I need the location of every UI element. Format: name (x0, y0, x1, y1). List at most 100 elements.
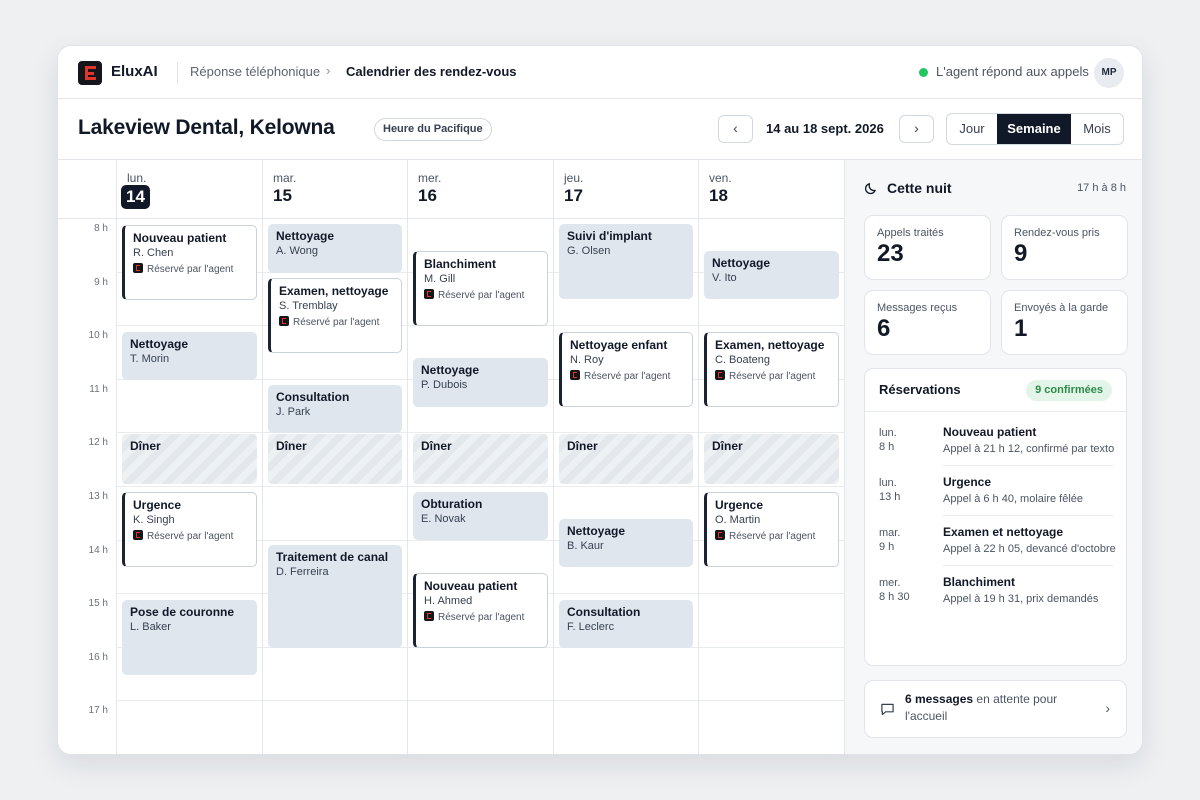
view-day-button[interactable]: Jour (947, 114, 997, 144)
appointment-title: Nettoyage (712, 256, 771, 270)
appointment-card[interactable]: Examen, nettoyage C. Boateng Réservé par… (704, 332, 839, 407)
patient-name: O. Martin (715, 514, 761, 526)
appointment-card[interactable]: Consultation F. Leclerc (559, 600, 693, 648)
pending-messages-text: 6 messages en attente pour l'accueil (905, 692, 1058, 723)
appointment-card[interactable]: Nettoyage B. Kaur (559, 519, 693, 567)
stat-card-calls: Appels traités 23 (864, 215, 991, 280)
appointment-title: Nettoyage (567, 524, 626, 538)
day-number[interactable]: 15 (273, 186, 292, 206)
appointment-title: Suivi d'implant (567, 229, 652, 243)
appointment-card[interactable]: Nettoyage T. Morin (122, 332, 257, 380)
appointment-card[interactable]: Pose de couronne L. Baker (122, 600, 257, 675)
hour-label: 16 h (88, 652, 108, 663)
week-calendar: lun. 14 mar. 15 mer. 16 jeu. 17 ven. 18 … (58, 160, 844, 754)
view-month-button[interactable]: Mois (1071, 114, 1123, 144)
column-divider (698, 160, 699, 754)
hour-gridline (116, 700, 844, 701)
view-week-button[interactable]: Semaine (997, 114, 1071, 144)
appointment-card[interactable]: Blanchiment M. Gill Réservé par l'agent (413, 251, 548, 326)
top-bar: EluxAI Réponse téléphonique › Calendrier… (58, 46, 1142, 99)
appointment-card[interactable]: Urgence K. Singh Réservé par l'agent (122, 492, 257, 567)
day-number-today[interactable]: 14 (121, 185, 150, 209)
next-week-button[interactable]: › (899, 115, 934, 143)
reservation-item[interactable]: mar. 9 h Examen et nettoyage Appel à 22 h… (879, 521, 1116, 571)
booked-by-agent-tag: Réservé par l'agent (424, 288, 539, 303)
eluxai-mini-icon (715, 530, 725, 540)
view-toggle: Jour Semaine Mois (946, 113, 1124, 145)
divider (177, 62, 178, 84)
calendar-header: Lakeview Dental, Kelowna Heure du Pacifi… (58, 99, 1142, 160)
stat-label: Appels traités (877, 227, 944, 239)
reservation-name: Examen et nettoyage (943, 525, 1064, 539)
column-divider (116, 160, 117, 754)
appointment-card[interactable]: Examen, nettoyage S. Tremblay Réservé pa… (268, 278, 402, 353)
hour-label: 14 h (88, 545, 108, 556)
booked-by-agent-tag: Réservé par l'agent (570, 369, 684, 384)
confirmed-badge: 9 confirmées (1026, 380, 1112, 401)
appointment-card[interactable]: Nouveau patient H. Ahmed Réservé par l'a… (413, 573, 548, 648)
appointment-title: Obturation (421, 497, 483, 511)
patient-name: K. Singh (133, 514, 175, 526)
booked-by-agent-tag: Réservé par l'agent (133, 262, 248, 277)
breadcrumb-phone-answering[interactable]: Réponse téléphonique (190, 64, 320, 79)
reservation-item[interactable]: lun. 13 h Urgence Appel à 6 h 40, molaire… (879, 471, 1113, 521)
booked-by-agent-label: Réservé par l'agent (147, 264, 234, 275)
appointment-card[interactable]: Urgence O. Martin Réservé par l'agent (704, 492, 839, 567)
appointment-card[interactable]: Consultation J. Park (268, 385, 402, 433)
appointment-card[interactable]: Nettoyage A. Wong (268, 224, 402, 273)
day-number[interactable]: 17 (564, 186, 583, 206)
patient-name: D. Ferreira (276, 566, 329, 578)
breadcrumb-separator-icon: › (326, 63, 331, 78)
appointment-title: Nettoyage enfant (570, 338, 668, 352)
divider (943, 565, 1113, 566)
divider (943, 515, 1113, 516)
eluxai-mini-icon (133, 530, 143, 540)
stat-value: 9 (1014, 240, 1028, 267)
lunch-label: Dîner (567, 439, 598, 453)
booked-by-agent-tag: Réservé par l'agent (133, 529, 248, 544)
patient-name: G. Olsen (567, 245, 611, 257)
patient-name: R. Chen (133, 247, 174, 259)
calendar-day-headers: lun. 14 mar. 15 mer. 16 jeu. 17 ven. 18 (58, 160, 844, 219)
appointment-title: Nettoyage (130, 337, 189, 351)
reservation-item[interactable]: lun. 8 h Nouveau patient Appel à 21 h 12,… (879, 421, 1114, 471)
eluxai-mini-icon (424, 611, 434, 621)
appointment-title: Pose de couronne (130, 605, 235, 619)
day-name: lun. (127, 171, 147, 185)
reservation-item[interactable]: mer. 8 h 30 Blanchiment Appel à 19 h 31, … (879, 571, 1113, 621)
moon-icon (865, 183, 876, 195)
day-name: jeu. (564, 171, 584, 185)
appointment-card[interactable]: Nouveau patient R. Chen Réservé par l'ag… (122, 225, 257, 300)
day-number[interactable]: 16 (418, 186, 437, 206)
lunch-label: Dîner (276, 439, 307, 453)
column-divider (262, 160, 263, 754)
appointment-card[interactable]: Nettoyage V. Ito (704, 251, 839, 299)
appointment-title: Traitement de canal (276, 550, 389, 564)
patient-name: A. Wong (276, 245, 318, 257)
booked-by-agent-tag: Réservé par l'agent (424, 610, 539, 625)
patient-name: F. Leclerc (567, 621, 615, 633)
appointment-title: Urgence (133, 498, 182, 512)
lunch-label: Dîner (421, 439, 452, 453)
appointment-card[interactable]: Suivi d'implant G. Olsen (559, 224, 693, 299)
appointment-card[interactable]: Traitement de canal D. Ferreira (268, 545, 402, 648)
appointment-card[interactable]: Nettoyage P. Dubois (413, 358, 548, 407)
reservation-name: Urgence (943, 475, 992, 489)
lunch-block: Dîner (559, 434, 693, 484)
patient-name: B. Kaur (567, 540, 604, 552)
stat-value: 1 (1014, 315, 1028, 342)
booked-by-agent-tag: Réservé par l'agent (279, 315, 393, 330)
hour-label: 15 h (88, 598, 108, 609)
stat-card-appointments: Rendez-vous pris 9 (1001, 215, 1128, 280)
column-divider (407, 160, 408, 754)
day-name: ven. (709, 171, 732, 185)
pending-messages-card[interactable]: 6 messages en attente pour l'accueil › (864, 680, 1127, 738)
booked-by-agent-label: Réservé par l'agent (438, 612, 525, 623)
appointment-card[interactable]: Nettoyage enfant N. Roy Réservé par l'ag… (559, 332, 693, 407)
appointment-card[interactable]: Obturation E. Novak (413, 492, 548, 540)
hour-label: 13 h (88, 491, 108, 502)
day-number[interactable]: 18 (709, 186, 728, 206)
previous-week-button[interactable]: ‹ (718, 115, 753, 143)
avatar[interactable]: MP (1094, 58, 1124, 88)
hour-label: 9 h (94, 277, 108, 288)
